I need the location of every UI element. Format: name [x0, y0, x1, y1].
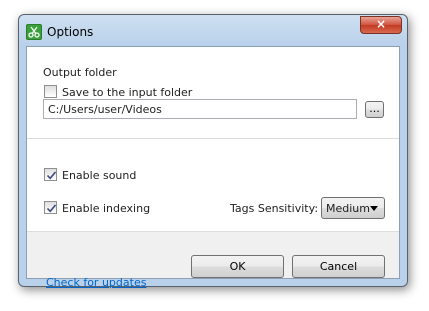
save-to-input-checkbox[interactable]: [44, 85, 57, 98]
tags-sensitivity-value: Medium: [326, 202, 370, 215]
close-button[interactable]: ×: [360, 16, 402, 34]
output-folder-section: Output folder Save to the input folder .…: [27, 47, 399, 139]
chevron-down-icon: [370, 206, 378, 211]
dialog-body: Output folder Save to the input folder .…: [26, 46, 400, 289]
save-to-input-label[interactable]: Save to the input folder: [62, 86, 192, 99]
close-icon: ×: [375, 17, 387, 31]
enable-sound-checkbox[interactable]: [44, 168, 57, 181]
cancel-button[interactable]: Cancel: [292, 255, 385, 278]
scissors-icon: [26, 24, 42, 40]
output-folder-label: Output folder: [43, 66, 117, 79]
enable-indexing-checkbox[interactable]: [44, 201, 57, 214]
options-dialog: Options × Output folder Save to the inpu…: [18, 14, 408, 289]
checkmark-icon: [46, 204, 57, 213]
browse-button[interactable]: ...: [365, 101, 384, 118]
tags-sensitivity-select[interactable]: Medium: [321, 197, 385, 219]
window-title: Options: [47, 25, 94, 39]
check-for-updates-link[interactable]: Check for updates: [46, 276, 146, 289]
checkmark-icon: [46, 171, 57, 180]
ok-button[interactable]: OK: [191, 255, 284, 278]
enable-indexing-label[interactable]: Enable indexing: [62, 202, 150, 215]
enable-sound-label[interactable]: Enable sound: [62, 169, 136, 182]
title-bar[interactable]: Options ×: [19, 15, 407, 45]
tags-sensitivity-label: Tags Sensitivity:: [230, 202, 319, 215]
output-folder-path-input[interactable]: [43, 99, 357, 119]
